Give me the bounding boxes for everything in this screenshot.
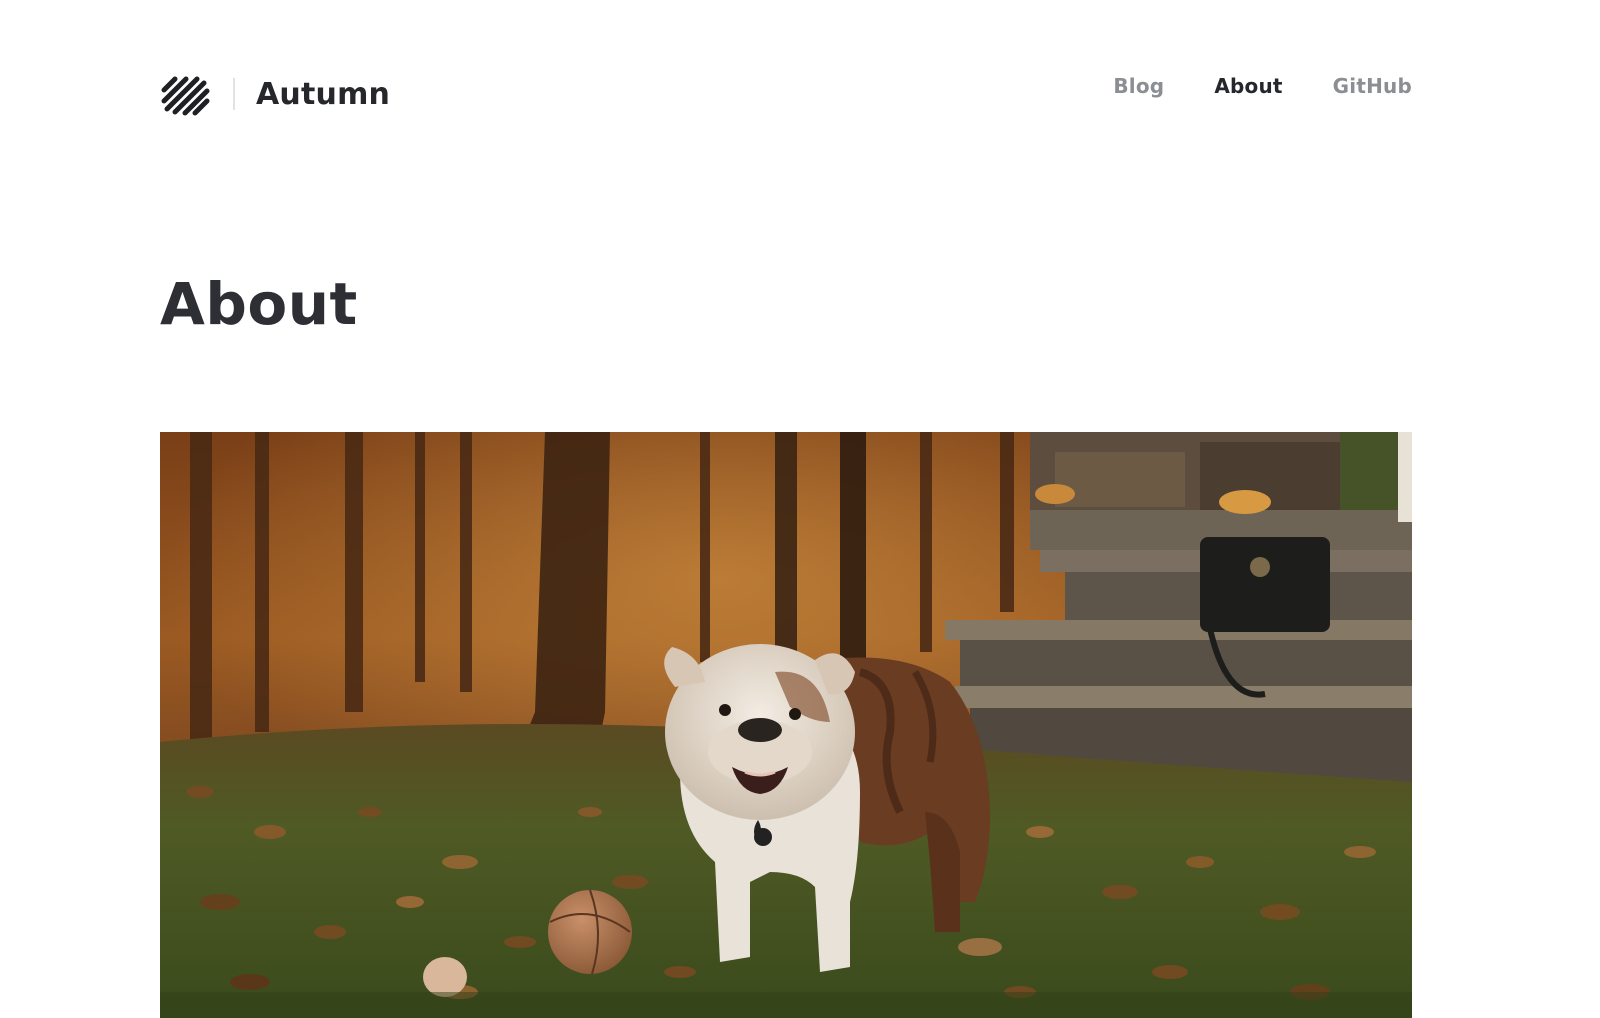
main-nav: Blog About GitHub <box>1113 74 1412 98</box>
brand-name: Autumn <box>256 76 391 112</box>
hero-image <box>160 432 1412 1018</box>
brand-link[interactable]: Autumn <box>160 64 390 124</box>
nav-link-about[interactable]: About <box>1214 74 1282 98</box>
site-header: Autumn Blog About GitHub <box>160 64 1412 124</box>
page: Autumn Blog About GitHub About <box>0 0 1600 1018</box>
nav-link-github[interactable]: GitHub <box>1333 74 1412 98</box>
brand-divider <box>233 78 235 110</box>
nav-link-blog[interactable]: Blog <box>1113 74 1164 98</box>
page-title: About <box>160 270 358 338</box>
logo-icon <box>161 76 210 116</box>
